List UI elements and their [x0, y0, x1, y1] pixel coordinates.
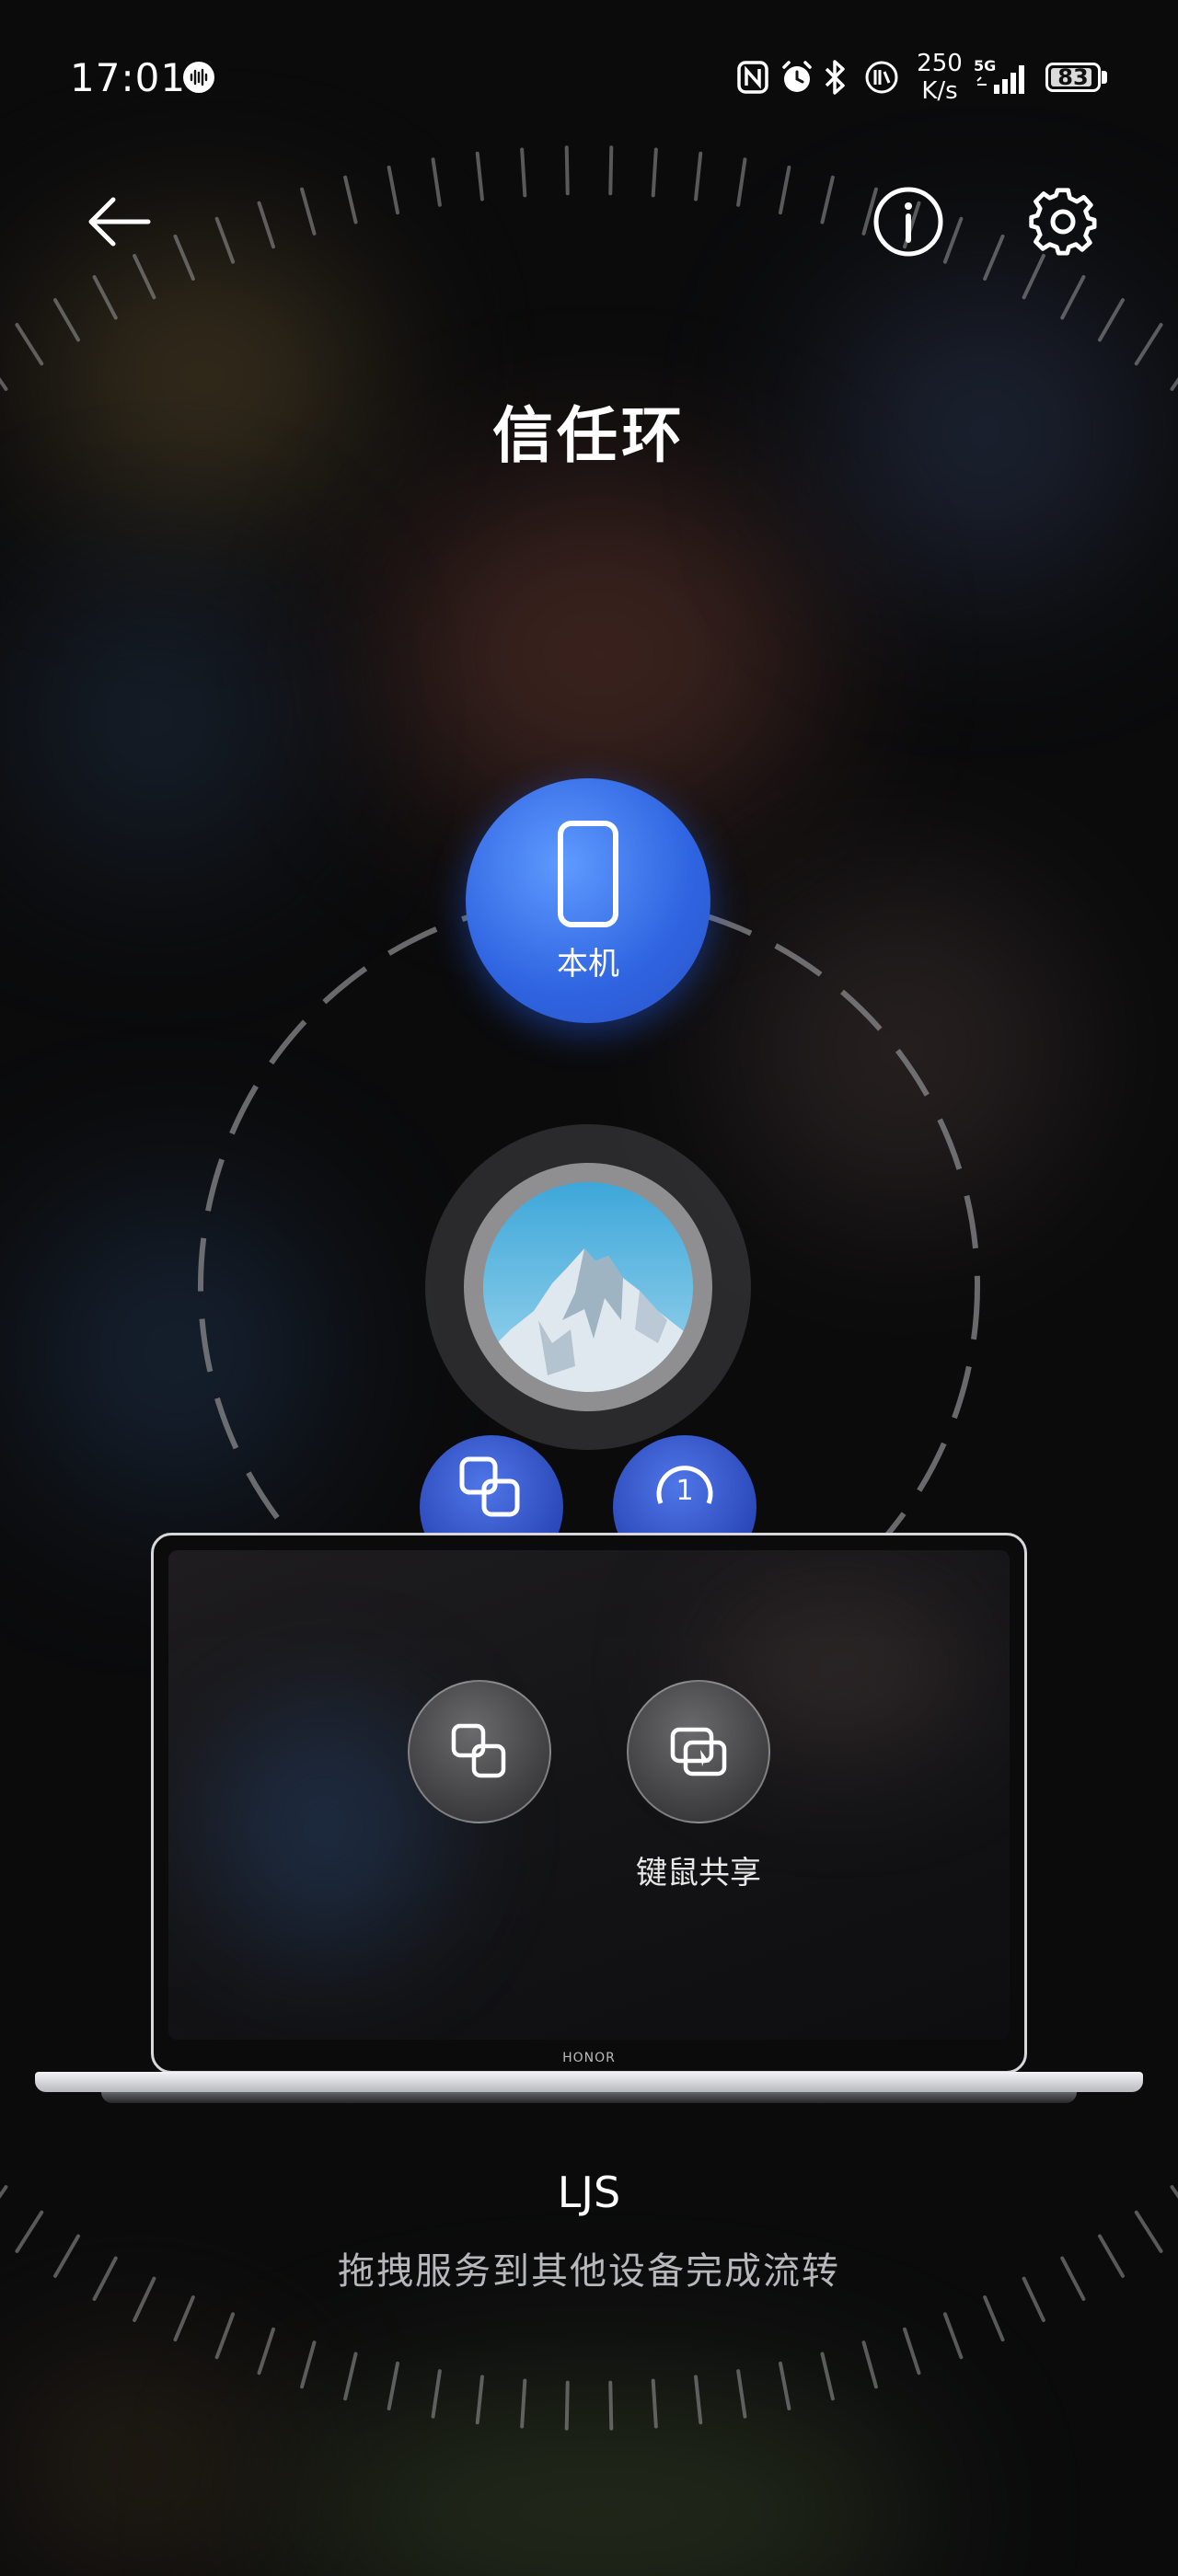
svg-text:1: 1 [676, 1475, 693, 1507]
this-device-node[interactable]: 本机 [466, 778, 710, 1023]
laptop-base-shadow [101, 2092, 1077, 2103]
laptop-service-app-relay[interactable] [408, 1680, 551, 1823]
wallpaper-thumbnail [483, 1182, 693, 1392]
this-device-label: 本机 [557, 945, 619, 983]
laptop-service-keyboard-mouse-share[interactable] [627, 1680, 770, 1823]
drag-hint: 拖拽服务到其他设备完成流转 [338, 2250, 840, 2293]
connected-device-name: LJS [557, 2168, 621, 2217]
app-relay-icon [451, 1723, 506, 1778]
data-share-icon: 1 [656, 1466, 713, 1507]
center-hub[interactable] [425, 1124, 751, 1450]
laptop-screen [168, 1550, 1010, 2040]
app-relay-icon [459, 1456, 520, 1517]
laptop-device[interactable]: HONOR [151, 1533, 1027, 2074]
keyboard-mouse-share-icon [670, 1727, 727, 1777]
phone-icon [558, 820, 618, 927]
center-hub-ring [464, 1163, 712, 1411]
laptop-base [35, 2072, 1143, 2092]
laptop-service-keyboard-mouse-share-label: 键鼠共享 [636, 1855, 761, 1892]
laptop-brand-label: HONOR [562, 2051, 616, 2065]
